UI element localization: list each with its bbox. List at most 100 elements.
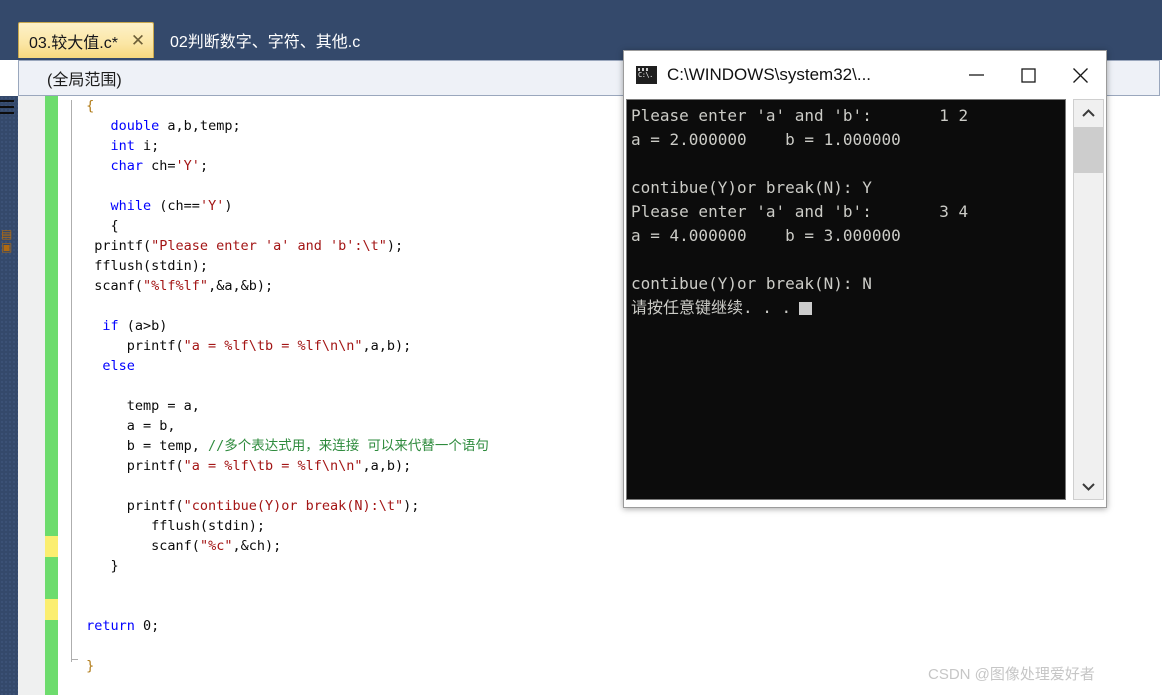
change-indicator-segment xyxy=(45,452,58,473)
code-token: printf( xyxy=(94,238,152,254)
maximize-button[interactable] xyxy=(1002,51,1054,99)
console-output[interactable]: Please enter 'a' and 'b': 1 2 a = 2.00000… xyxy=(626,99,1066,500)
code-token: 0; xyxy=(134,618,160,634)
change-indicator-segment xyxy=(45,536,58,557)
scroll-up-arrow[interactable] xyxy=(1074,100,1103,126)
editor-gutter[interactable] xyxy=(18,96,45,695)
server-explorer-collapsed-tab[interactable]: ▤ ▣ xyxy=(1,228,14,254)
code-token: //多个表达式用，来连接 可以来代替一个语句 xyxy=(208,438,489,454)
close-button[interactable] xyxy=(1054,51,1106,99)
code-token: fflush(stdin); xyxy=(151,518,265,534)
scroll-down-arrow[interactable] xyxy=(1074,473,1103,499)
sidebar-rail xyxy=(0,96,18,695)
code-token: (ch== xyxy=(151,198,200,214)
code-token: temp = a, xyxy=(126,398,200,414)
code-token: 'Y' xyxy=(199,198,225,214)
cmd-icon xyxy=(636,66,657,84)
code-token: { xyxy=(110,218,119,234)
code-line: double a,b,temp; xyxy=(111,116,241,136)
code-token: } xyxy=(110,558,119,574)
change-indicator-segment xyxy=(45,515,58,536)
change-indicator-segment xyxy=(45,284,58,305)
code-line: char ch='Y'; xyxy=(111,156,209,176)
window-controls xyxy=(950,51,1106,99)
code-token: return xyxy=(86,618,135,634)
code-collapse-guideline xyxy=(71,100,72,662)
change-indicator-segment xyxy=(45,263,58,284)
code-token: a = b, xyxy=(126,418,176,434)
console-title: C:\WINDOWS\system32\... xyxy=(667,65,872,84)
change-indicator-segment xyxy=(45,116,58,137)
console-window[interactable]: C:\WINDOWS\system32\... Please enter 'a'… xyxy=(623,50,1107,508)
code-line: a = b, xyxy=(127,416,176,436)
toolbox-collapsed-tab[interactable] xyxy=(0,100,14,122)
change-indicator-segment xyxy=(45,179,58,200)
code-token: "%lf%lf" xyxy=(143,278,209,294)
tab-label: 03.较大值.c* xyxy=(29,34,118,52)
console-scrollbar[interactable] xyxy=(1073,99,1104,500)
code-line: printf("a = %lf\tb = %lf\n\n",a,b); xyxy=(127,456,412,476)
code-line: while (ch=='Y') xyxy=(111,196,233,216)
ide-window: 03.较大值.c* ✕ 02判断数字、字符、其他.c (全局范围) ▤ ▣ { d… xyxy=(0,0,1162,695)
code-token: ,a,b); xyxy=(362,458,412,474)
code-token: ; xyxy=(199,158,209,174)
change-indicator-segment xyxy=(45,599,58,620)
code-token: b = temp, xyxy=(126,438,209,454)
code-token: printf( xyxy=(126,458,184,474)
code-token: ch= xyxy=(143,158,176,174)
code-line: printf("contibue(Y)or break(N):\t"); xyxy=(127,496,420,516)
code-token: scanf( xyxy=(94,278,144,294)
change-indicator-segment xyxy=(45,473,58,494)
code-line: scanf("%c",&ch); xyxy=(151,536,281,556)
change-indicator-segment xyxy=(45,620,58,641)
code-token: while xyxy=(110,198,152,214)
code-token: "%c" xyxy=(199,538,233,554)
code-token: "a = %lf\tb = %lf\n\n" xyxy=(183,458,363,474)
console-line: a = 4.000000 b = 3.000000 xyxy=(631,226,901,245)
code-line: } xyxy=(111,556,119,576)
change-indicator-segment xyxy=(45,305,58,326)
scroll-thumb[interactable] xyxy=(1074,127,1103,173)
code-line: { xyxy=(86,96,94,116)
code-line: temp = a, xyxy=(127,396,200,416)
code-token: { xyxy=(86,98,95,114)
code-line: printf("a = %lf\tb = %lf\n\n",a,b); xyxy=(127,336,412,356)
code-token: ,a,b); xyxy=(362,338,412,354)
scope-label: (全局范围) xyxy=(47,72,122,89)
console-prompt-line: 请按任意键继续. . . xyxy=(629,296,1065,320)
tab-active-file[interactable]: 03.较大值.c* ✕ xyxy=(18,22,155,58)
code-token: "Please enter 'a' and 'b':\t" xyxy=(151,238,387,254)
change-indicator-segment xyxy=(45,137,58,158)
change-indicator-segment xyxy=(45,158,58,179)
code-token: fflush(stdin); xyxy=(94,258,209,274)
change-indicator-segment xyxy=(45,578,58,599)
code-token: ); xyxy=(403,498,420,514)
console-prompt-text: 请按任意键继续. . . xyxy=(631,298,792,317)
console-line: contibue(Y)or break(N): N xyxy=(631,274,872,293)
change-indicator-segment xyxy=(45,347,58,368)
console-cursor xyxy=(799,302,813,315)
code-line: { xyxy=(111,216,119,236)
change-indicator-segment xyxy=(45,641,58,662)
console-line: Please enter 'a' and 'b': 3 4 xyxy=(631,202,969,221)
code-token: ) xyxy=(224,198,233,214)
close-icon[interactable]: ✕ xyxy=(131,32,145,49)
code-token: ,&ch); xyxy=(232,538,282,554)
change-indicator-segment xyxy=(45,96,58,116)
code-token: char xyxy=(110,158,144,174)
change-indicator-segment xyxy=(45,242,58,263)
tab-inactive-file[interactable]: 02判断数字、字符、其他.c xyxy=(160,22,370,58)
rail-line xyxy=(0,106,14,108)
minimize-button[interactable] xyxy=(950,51,1002,99)
code-token: "contibue(Y)or break(N):\t" xyxy=(183,498,404,514)
code-token: (a>b) xyxy=(118,318,168,334)
change-indicator-segment xyxy=(45,557,58,578)
change-indicator-segment xyxy=(45,431,58,452)
code-token: if xyxy=(102,318,119,334)
change-indicator-segment xyxy=(45,326,58,347)
code-token: double xyxy=(110,118,160,134)
console-line: contibue(Y)or break(N): Y xyxy=(631,178,872,197)
console-titlebar[interactable]: C:\WINDOWS\system32\... xyxy=(624,51,1106,99)
console-body: Please enter 'a' and 'b': 1 2 a = 2.00000… xyxy=(625,99,1105,506)
